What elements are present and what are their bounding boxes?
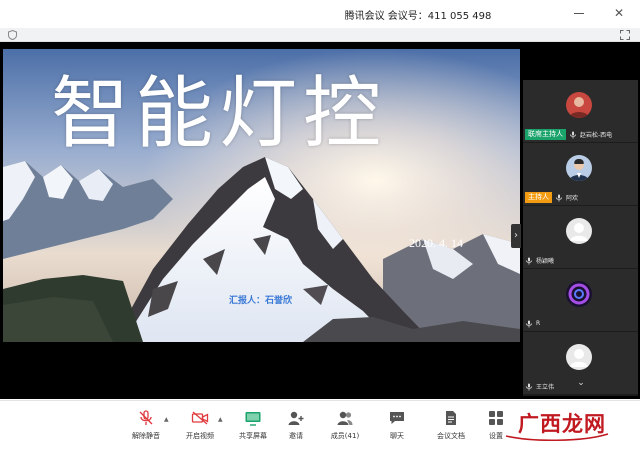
members-icon: [337, 411, 353, 425]
participant-tile[interactable]: 杨颖曦: [523, 206, 638, 268]
unmute-button[interactable]: 解除静音: [126, 404, 166, 446]
avatar: [566, 92, 592, 118]
window-title: 腾讯会议 会议号：411 055 498: [344, 11, 492, 22]
role-badge: 主持人: [525, 192, 552, 203]
slide-presenter: 汇报人：石誉欣: [229, 296, 293, 306]
minimize-icon[interactable]: [574, 13, 584, 14]
close-icon[interactable]: ✕: [614, 7, 624, 19]
role-badge: 联席主持人: [525, 129, 566, 140]
avatar: [566, 155, 592, 181]
slide-title: 智能灯控: [51, 69, 388, 159]
photo-red-avatar-icon: [566, 92, 592, 118]
participant-name: 杨颖曦: [536, 258, 555, 265]
participant-tile[interactable]: R: [523, 269, 638, 331]
participant-panel: 联席主持人 赵岩松-西电 主持人 阿欢 杨颖曦 R 王立伟: [523, 80, 638, 396]
start-video-button[interactable]: 开启视频: [180, 404, 220, 446]
avatar: [566, 218, 592, 244]
participant-name: 王立伟: [536, 384, 555, 391]
collapse-panel-button[interactable]: ›: [511, 224, 521, 248]
share-screen-label: 共享屏幕: [239, 432, 267, 440]
mic-muted-icon: [139, 410, 153, 425]
slide-date: 2020. 4. 14: [409, 236, 463, 250]
video-options-caret[interactable]: ▲: [218, 416, 223, 423]
fullscreen-icon[interactable]: [620, 30, 630, 40]
participant-name: 阿欢: [566, 195, 579, 202]
meeting-docs-label: 会议文档: [437, 432, 465, 440]
shared-slide: 智能灯控 2020. 4. 14 汇报人：石誉欣: [3, 49, 520, 342]
meeting-top-strip: [0, 28, 640, 42]
members-label: 成员(41): [330, 432, 360, 440]
share-screen-icon: [245, 412, 261, 426]
watermark-text: 广西龙网: [518, 412, 606, 436]
shield-icon[interactable]: [8, 30, 17, 40]
participant-name: R: [536, 320, 541, 327]
start-video-label: 开启视频: [186, 432, 214, 440]
meeting-docs-button[interactable]: 会议文档: [432, 404, 470, 446]
chat-button[interactable]: 聊天: [383, 404, 411, 446]
purple-swirl-avatar-icon: [566, 281, 592, 307]
participant-tile[interactable]: 主持人 阿欢: [523, 143, 638, 205]
mic-icon: [526, 257, 532, 264]
default-user-icon: [570, 223, 588, 241]
avatar: [566, 344, 592, 370]
participant-tile[interactable]: 联席主持人 赵岩松-西电: [523, 80, 638, 142]
invite-label: 邀请: [289, 432, 303, 440]
invite-icon: [288, 411, 304, 425]
title-bar: 腾讯会议 会议号：411 055 498 ✕: [0, 0, 640, 28]
scroll-down-icon[interactable]: ⌄: [575, 378, 587, 388]
mute-options-caret[interactable]: ▲: [164, 416, 169, 423]
video-off-icon: [191, 411, 209, 425]
document-icon: [446, 411, 456, 425]
chat-label: 聊天: [390, 432, 404, 440]
mic-icon: [526, 320, 532, 327]
photo-suit-avatar-icon: [566, 155, 592, 181]
mic-icon: [556, 194, 562, 201]
avatar: [566, 281, 592, 307]
members-button[interactable]: 成员(41): [328, 404, 362, 446]
mic-icon: [526, 383, 532, 390]
unmute-label: 解除静音: [132, 432, 160, 440]
invite-button[interactable]: 邀请: [281, 404, 311, 446]
chat-icon: [390, 412, 404, 424]
default-user-icon: [570, 349, 588, 367]
participant-name: 赵岩松-西电: [580, 132, 613, 139]
share-screen-button[interactable]: 共享屏幕: [234, 404, 272, 446]
mic-icon: [570, 131, 576, 138]
